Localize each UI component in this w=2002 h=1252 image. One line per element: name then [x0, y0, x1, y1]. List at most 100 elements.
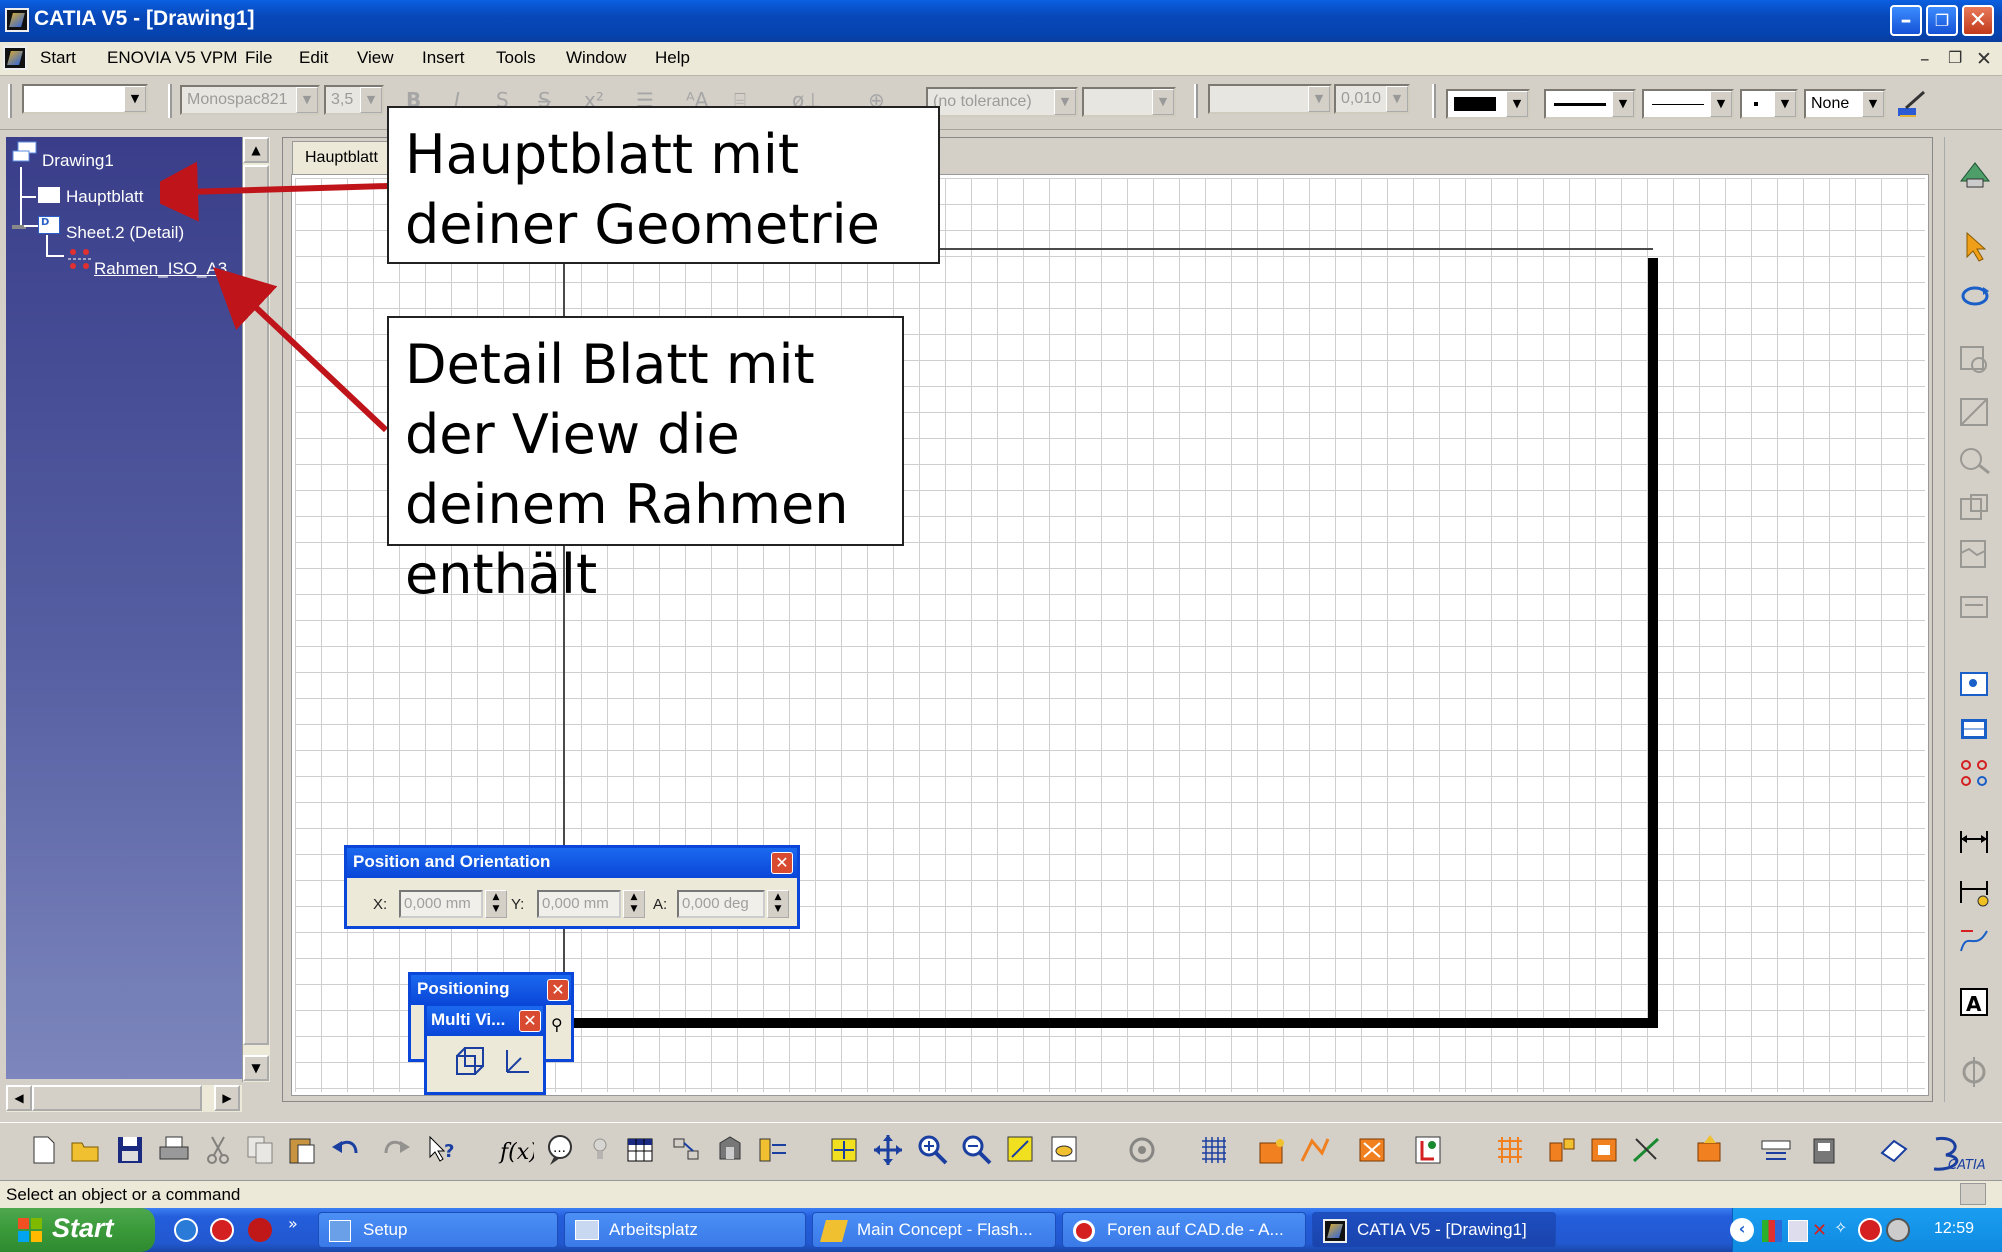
update-tray-icon[interactable]: [1886, 1218, 1910, 1242]
dimension-tolerance-icon[interactable]: [1957, 875, 1993, 909]
y-stepper[interactable]: ▲ ▼: [623, 890, 645, 918]
y-field[interactable]: 0,000 mm: [537, 890, 621, 918]
snap-to-point-icon[interactable]: [1546, 1133, 1578, 1167]
angle-stepper[interactable]: ▲ ▼: [767, 890, 789, 918]
scroll-left-icon[interactable]: ◀: [6, 1085, 32, 1111]
undo-icon[interactable]: [330, 1133, 362, 1167]
catia-app-icon[interactable]: [5, 8, 29, 32]
tree-item-hauptblatt[interactable]: Hauptblatt: [66, 187, 144, 207]
x-stepper[interactable]: ▲ ▼: [485, 890, 507, 918]
catia-menu-icon[interactable]: [3, 46, 27, 70]
paintbrush-icon[interactable]: [1896, 90, 1928, 118]
thickness-select[interactable]: ▼: [1642, 89, 1734, 119]
dress-up-icon[interactable]: [1957, 1055, 1993, 1089]
cutting-plane-icon[interactable]: [1760, 1133, 1792, 1167]
mdi-restore-button[interactable]: ❐: [1948, 48, 1962, 67]
print-area-icon[interactable]: [1808, 1133, 1840, 1167]
view-tool-icon[interactable]: [1957, 343, 1993, 377]
wizard-icon[interactable]: [1957, 593, 1993, 627]
scroll-thumb[interactable]: [32, 1085, 202, 1111]
dimension-icon[interactable]: [1957, 825, 1993, 859]
fit-all-icon[interactable]: [828, 1133, 860, 1167]
tolerance-value-select[interactable]: ▼: [1082, 87, 1176, 117]
axis-view-icon[interactable]: [499, 1044, 535, 1080]
rotate-icon[interactable]: [1126, 1133, 1158, 1167]
tree-horizontal-scrollbar[interactable]: ◀ ▶: [6, 1085, 242, 1112]
close-icon[interactable]: ✕: [519, 1010, 541, 1032]
precision-select[interactable]: 0,010 ▼: [1334, 84, 1410, 114]
mdi-minimize-button[interactable]: –: [1920, 48, 1930, 70]
volume-muted-tray-icon[interactable]: ✕: [1812, 1220, 1827, 1241]
dimension-analysis-icon[interactable]: [1412, 1133, 1444, 1167]
drawing-root-icon[interactable]: [12, 141, 38, 167]
positioning-tool-icon[interactable]: ⚲: [551, 1015, 563, 1034]
layout-view-icon[interactable]: [1694, 1133, 1726, 1167]
angle-field[interactable]: 0,000 deg: [677, 890, 765, 918]
grid-icon[interactable]: [1198, 1133, 1230, 1167]
menu-edit[interactable]: Edit: [299, 48, 328, 68]
catalog-icon[interactable]: [714, 1133, 746, 1167]
drawing-canvas[interactable]: [291, 174, 1929, 1096]
menu-window[interactable]: Window: [566, 48, 626, 68]
new-icon[interactable]: [28, 1133, 60, 1167]
style-select[interactable]: ▼: [22, 84, 148, 114]
mdi-close-button[interactable]: ✕: [1976, 48, 1992, 70]
copy-icon[interactable]: [244, 1133, 276, 1167]
antivirus-tray-icon[interactable]: [1858, 1218, 1882, 1242]
generation-icon[interactable]: [1957, 923, 1993, 957]
scroll-down-icon[interactable]: ▼: [243, 1055, 269, 1081]
view-icon[interactable]: [64, 247, 94, 273]
numeric-display-select[interactable]: ▼: [1208, 84, 1332, 114]
select-arrow-icon[interactable]: [1957, 229, 1993, 263]
update-icon[interactable]: [1957, 279, 1993, 313]
x-field[interactable]: 0,000 mm: [399, 890, 483, 918]
adobe-quicklaunch-icon[interactable]: [248, 1218, 272, 1242]
color-select[interactable]: ▼: [1446, 89, 1530, 119]
dimension-points-icon[interactable]: [1957, 757, 1993, 791]
bulb-icon[interactable]: [590, 1133, 622, 1167]
bluetooth-tray-icon[interactable]: ✧: [1834, 1218, 1856, 1240]
task-arbeitsplatz[interactable]: Arbeitsplatz: [564, 1212, 806, 1248]
menu-view[interactable]: View: [357, 48, 394, 68]
task-foren-cad[interactable]: Foren auf CAD.de - A...: [1062, 1212, 1306, 1248]
print-icon[interactable]: [158, 1133, 190, 1167]
command-input-icon[interactable]: [1960, 1183, 1986, 1205]
network-tray-icon[interactable]: [1788, 1220, 1808, 1242]
view-grid-icon[interactable]: [1494, 1133, 1526, 1167]
save-icon[interactable]: [114, 1133, 146, 1167]
paste-icon[interactable]: [286, 1133, 318, 1167]
3d-view-icon[interactable]: [453, 1044, 489, 1080]
relations-icon[interactable]: [756, 1133, 788, 1167]
menu-start[interactable]: Start: [40, 48, 76, 68]
menu-tools[interactable]: Tools: [496, 48, 536, 68]
section-view-icon[interactable]: [1957, 395, 1993, 429]
close-button[interactable]: ✕: [1962, 5, 1994, 36]
close-icon[interactable]: ✕: [547, 979, 569, 1001]
font-name-select[interactable]: Monospac821 ▼: [180, 85, 320, 115]
normal-view-icon[interactable]: [1004, 1133, 1036, 1167]
design-table-icon[interactable]: [670, 1133, 702, 1167]
cut-icon[interactable]: [202, 1133, 234, 1167]
font-size-select[interactable]: 3,5 ▼: [324, 85, 384, 115]
detail-sheet-icon[interactable]: D: [38, 216, 60, 234]
whats-this-icon[interactable]: ?: [426, 1133, 458, 1167]
toolbar-grip[interactable]: [8, 84, 12, 118]
detail-view-icon[interactable]: [1957, 443, 1993, 477]
toolbar-grip[interactable]: [1432, 84, 1436, 118]
pan-icon[interactable]: [872, 1133, 904, 1167]
line-end-select[interactable]: None ▼: [1804, 89, 1886, 119]
tolerance-select[interactable]: (no tolerance) ▼: [926, 87, 1078, 117]
task-setup[interactable]: Setup: [318, 1212, 558, 1248]
sheet-icon[interactable]: [38, 187, 60, 203]
point-symbol-select[interactable]: ▼: [1740, 89, 1798, 119]
geometry-creation-icon[interactable]: [1630, 1133, 1662, 1167]
formula-icon[interactable]: f(x): [498, 1133, 538, 1167]
hide-show-icon[interactable]: [1048, 1133, 1080, 1167]
task-catia[interactable]: CATIA V5 - [Drawing1]: [1312, 1212, 1556, 1248]
tray-expand-icon[interactable]: ‹: [1730, 1218, 1754, 1242]
open-icon[interactable]: [70, 1133, 102, 1167]
constraint-icon[interactable]: [1588, 1133, 1620, 1167]
zoom-in-icon[interactable]: [916, 1133, 948, 1167]
toolbar-grip[interactable]: [1194, 84, 1198, 118]
analysis-display-icon[interactable]: [1298, 1133, 1330, 1167]
